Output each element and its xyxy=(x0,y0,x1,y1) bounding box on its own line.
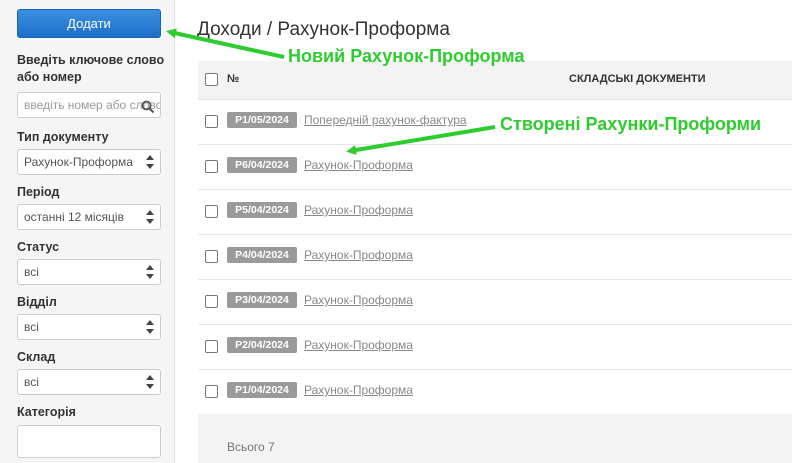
doc-number-badge[interactable]: P2/04/2024 xyxy=(227,337,297,353)
search-input[interactable]: введіть номер або слово xyxy=(17,92,161,118)
select-all-checkbox[interactable] xyxy=(205,73,218,86)
doc-type-label: Тип документу xyxy=(17,130,109,144)
doc-number-badge[interactable]: P5/04/2024 xyxy=(227,202,297,218)
department-label: Відділ xyxy=(17,295,57,309)
row-checkbox[interactable] xyxy=(205,115,218,128)
status-value: всі xyxy=(24,265,39,279)
doc-number-badge[interactable]: P1/05/2024 xyxy=(227,112,297,128)
keyword-label: Введіть ключове слово або номер xyxy=(17,53,165,84)
doc-number-badge[interactable]: P6/04/2024 xyxy=(227,157,297,173)
status-select[interactable]: всі xyxy=(17,259,161,285)
doc-type-link[interactable]: Рахунок-Проформа xyxy=(304,337,413,353)
status-label: Статус xyxy=(17,240,60,254)
doc-type-link[interactable]: Рахунок-Проформа xyxy=(304,382,413,398)
column-header-number: № xyxy=(227,73,240,85)
doc-type-link[interactable]: Рахунок-Проформа xyxy=(304,157,413,173)
column-header-docs: СКЛАДСЬКІ ДОКУМЕНТИ xyxy=(569,73,706,85)
table-row: P4/04/2024 Рахунок-Проформа xyxy=(198,234,792,280)
doc-type-link[interactable]: Попередній рахунок-фактура xyxy=(304,112,467,128)
doc-type-link[interactable]: Рахунок-Проформа xyxy=(304,247,413,263)
page-title: Доходи / Рахунок-Проформа xyxy=(197,19,450,40)
filter-sidebar: Додати Введіть ключове слово або номер в… xyxy=(0,0,175,463)
table-row: P3/04/2024 Рахунок-Проформа xyxy=(198,279,792,325)
doc-type-link[interactable]: Рахунок-Проформа xyxy=(304,202,413,218)
total-count: Всього 7 xyxy=(227,440,275,454)
period-label: Період xyxy=(17,185,60,199)
category-input[interactable] xyxy=(17,425,161,458)
add-button[interactable]: Додати xyxy=(17,9,161,38)
table-footer: Всього 7 xyxy=(198,414,792,463)
doc-type-value: Рахунок-Проформа xyxy=(24,155,133,169)
select-arrows-icon xyxy=(146,154,154,170)
table-row: P2/04/2024 Рахунок-Проформа xyxy=(198,324,792,370)
row-checkbox[interactable] xyxy=(205,385,218,398)
row-checkbox[interactable] xyxy=(205,160,218,173)
table-row: P5/04/2024 Рахунок-Проформа xyxy=(198,189,792,235)
department-select[interactable]: всі xyxy=(17,314,161,340)
doc-number-badge[interactable]: P1/04/2024 xyxy=(227,382,297,398)
warehouse-value: всі xyxy=(24,375,39,389)
select-arrows-icon xyxy=(146,264,154,280)
department-value: всі xyxy=(24,320,39,334)
annotation-new-proforma: Новий Рахунок-Проформа xyxy=(288,46,525,66)
period-value: останні 12 місяців xyxy=(24,210,124,224)
select-arrows-icon xyxy=(146,319,154,335)
row-checkbox[interactable] xyxy=(205,340,218,353)
doc-number-badge[interactable]: P3/04/2024 xyxy=(227,292,297,308)
table-row: P1/04/2024 Рахунок-Проформа xyxy=(198,369,792,415)
annotation-created-proformas: Створені Рахунки-Проформи xyxy=(500,114,762,134)
row-checkbox[interactable] xyxy=(205,250,218,263)
doc-type-link[interactable]: Рахунок-Проформа xyxy=(304,292,413,308)
row-checkbox[interactable] xyxy=(205,205,218,218)
select-arrows-icon xyxy=(146,209,154,225)
row-checkbox[interactable] xyxy=(205,295,218,308)
doc-type-select[interactable]: Рахунок-Проформа xyxy=(17,149,161,175)
category-label: Категорія xyxy=(17,405,76,419)
doc-number-badge[interactable]: P4/04/2024 xyxy=(227,247,297,263)
table-row: P6/04/2024 Рахунок-Проформа xyxy=(198,144,792,190)
warehouse-select[interactable]: всі xyxy=(17,369,161,395)
warehouse-label: Склад xyxy=(17,350,56,364)
select-arrows-icon xyxy=(146,374,154,390)
period-select[interactable]: останні 12 місяців xyxy=(17,204,161,230)
search-icon[interactable] xyxy=(141,98,155,114)
